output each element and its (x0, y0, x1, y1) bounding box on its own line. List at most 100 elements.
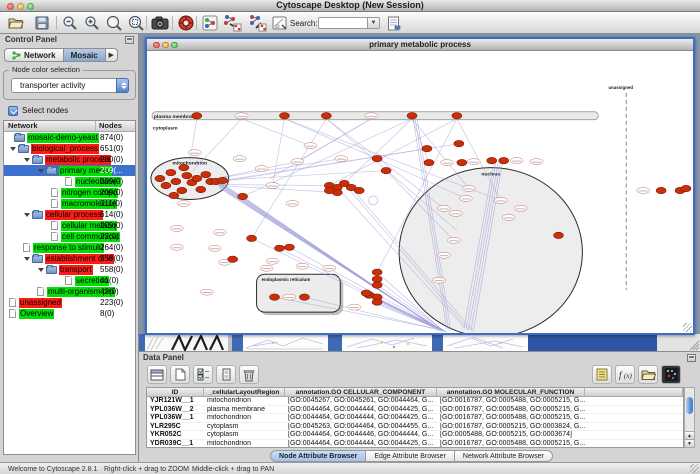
network-node[interactable] (235, 113, 248, 119)
network-node[interactable] (422, 145, 432, 151)
network-node[interactable] (284, 244, 294, 250)
background-window[interactable] (432, 334, 443, 351)
table-cell[interactable]: YLR295C (147, 423, 204, 431)
network-node[interactable] (255, 166, 268, 172)
network-node[interactable] (437, 252, 450, 258)
expander-icon[interactable] (10, 147, 16, 151)
table-cell[interactable]: [GO:0044464, GO:0044446, GO:0044444, G..… (285, 431, 437, 439)
network-node[interactable] (459, 195, 472, 201)
table-row[interactable]: YPL036W__1mitochondrion[GO:0044464, GO:0… (147, 414, 683, 423)
network-node[interactable] (424, 159, 434, 165)
network-node[interactable] (201, 171, 211, 177)
table-cell[interactable]: [GO:0016787, GO:0005488, GO:0005215, G..… (437, 397, 585, 405)
network-node[interactable] (299, 294, 309, 300)
table-cell[interactable]: [GO:0016787, GO:0005488, GO:0005215, G..… (437, 406, 585, 414)
network-node[interactable] (266, 258, 279, 264)
table-row[interactable]: YJR121W__1mitochondrion[GO:0045267, GO:0… (147, 397, 683, 406)
table-cell[interactable]: plasma membrane (204, 406, 285, 414)
background-window[interactable] (328, 334, 342, 351)
network-node[interactable] (335, 156, 348, 162)
tree-row[interactable]: primary metab209(... (4, 165, 135, 176)
network-node[interactable] (440, 160, 453, 166)
network-node[interactable] (381, 167, 391, 173)
attribute-browser-tab[interactable]: Network Attribute Browser (455, 450, 553, 462)
table-row[interactable]: YLR295Ccytoplasm[GO:0045263, GO:0044464,… (147, 423, 683, 432)
annotation-button[interactable] (270, 14, 290, 32)
background-window[interactable] (443, 334, 528, 351)
tree-row[interactable]: secretion41(0) (4, 275, 135, 286)
zoom-selected-button[interactable] (126, 14, 146, 32)
table-cell[interactable]: mitochondrion (204, 440, 285, 448)
network-node[interactable] (233, 156, 246, 162)
attribute-browser-tab[interactable]: Node Attribute Browser (270, 450, 366, 462)
network-node[interactable] (454, 140, 464, 146)
table-column-header[interactable]: ID (147, 388, 204, 396)
search-input[interactable] (318, 17, 368, 29)
network-node[interactable] (170, 244, 183, 250)
attribute-browser-tab[interactable]: Edge Attribute Browser (366, 450, 455, 462)
expander-icon[interactable] (24, 158, 30, 162)
network-node[interactable] (372, 282, 382, 288)
network-node[interactable] (283, 294, 296, 300)
table-cell[interactable]: YJR121W__1 (147, 397, 204, 405)
network-node[interactable] (499, 157, 509, 163)
network-node[interactable] (487, 157, 497, 163)
network-node[interactable] (296, 263, 309, 269)
function-builder-button[interactable]: f(x) (615, 365, 635, 384)
table-cell[interactable]: YPL036W__2 (147, 406, 204, 414)
table-cell[interactable]: [GO:0044464, GO:0044444, GO:0044425, G..… (285, 406, 437, 414)
network-node[interactable] (437, 205, 450, 211)
tree-row[interactable]: nucleobase-209(0) (4, 176, 135, 187)
network-node[interactable] (196, 186, 206, 192)
attribute-checklist-button[interactable] (193, 365, 213, 384)
network-node[interactable] (502, 214, 515, 220)
open-session-button[interactable] (6, 14, 26, 32)
table-cell[interactable]: YKR052C (147, 431, 204, 439)
tree-row[interactable]: establishment of lo558(0) (4, 253, 135, 264)
network-node[interactable] (457, 159, 467, 165)
network-node[interactable] (177, 187, 187, 193)
table-row[interactable]: YDR039C__1mitochondrion[GO:0044464, GO:0… (147, 440, 683, 449)
tree-row[interactable]: cell communicat22(0) (4, 231, 135, 242)
tree-row[interactable]: multi-organism pro42(0) (4, 286, 135, 297)
network-node[interactable] (155, 175, 165, 181)
network-node[interactable] (260, 265, 273, 271)
network-node[interactable] (286, 200, 299, 206)
network-view-titlebar[interactable]: primary metabolic process (147, 39, 693, 51)
network-node[interactable] (247, 235, 257, 241)
network-node[interactable] (192, 175, 202, 181)
network-node[interactable] (348, 304, 361, 310)
network-node[interactable] (324, 187, 334, 193)
tree-row[interactable]: biological_process651(0) (4, 143, 135, 154)
network-node[interactable] (530, 159, 543, 165)
vizmapper-button[interactable] (176, 14, 196, 32)
table-column-header[interactable]: annotation.GO MOLECULAR_FUNCTION (437, 388, 585, 396)
background-window[interactable] (243, 334, 328, 351)
table-cell[interactable]: [GO:0044464, GO:0044444, GO:0044425, G..… (285, 414, 437, 422)
network-node[interactable] (514, 205, 527, 211)
background-window[interactable] (342, 334, 432, 351)
network-node[interactable] (432, 277, 445, 283)
node-color-dropdown[interactable]: transporter activity (11, 78, 129, 93)
network-node[interactable] (554, 232, 564, 238)
network-node[interactable] (213, 229, 226, 235)
table-cell[interactable]: [GO:0044464, GO:0044444, GO:0044425, G..… (285, 440, 437, 448)
network-node[interactable] (372, 269, 382, 275)
attribute-list-button[interactable] (592, 365, 612, 384)
attribute-matrix-button[interactable] (216, 365, 236, 384)
table-cell[interactable]: YPL036W__1 (147, 414, 204, 422)
network-canvas-svg[interactable]: plasma membrane cytoplasm mitochondrion … (147, 51, 693, 333)
expander-icon[interactable] (24, 213, 30, 217)
table-row[interactable]: YKR052Ccytoplasm[GO:0044464, GO:0044446,… (147, 431, 683, 440)
scrollbar-thumb[interactable] (686, 397, 693, 414)
network-node[interactable] (200, 289, 213, 295)
network-node[interactable] (447, 237, 460, 243)
expander-icon[interactable] (24, 257, 30, 261)
tree-row[interactable]: nitrogen compo209(0) (4, 187, 135, 198)
float-panel-icon[interactable] (125, 36, 134, 44)
network-node[interactable] (238, 193, 248, 199)
snapshot-button[interactable] (150, 14, 170, 32)
search-dropdown-icon[interactable]: ▼ (368, 17, 380, 29)
network-node[interactable] (304, 143, 317, 149)
tree-column-nodes[interactable]: Nodes (96, 121, 135, 131)
